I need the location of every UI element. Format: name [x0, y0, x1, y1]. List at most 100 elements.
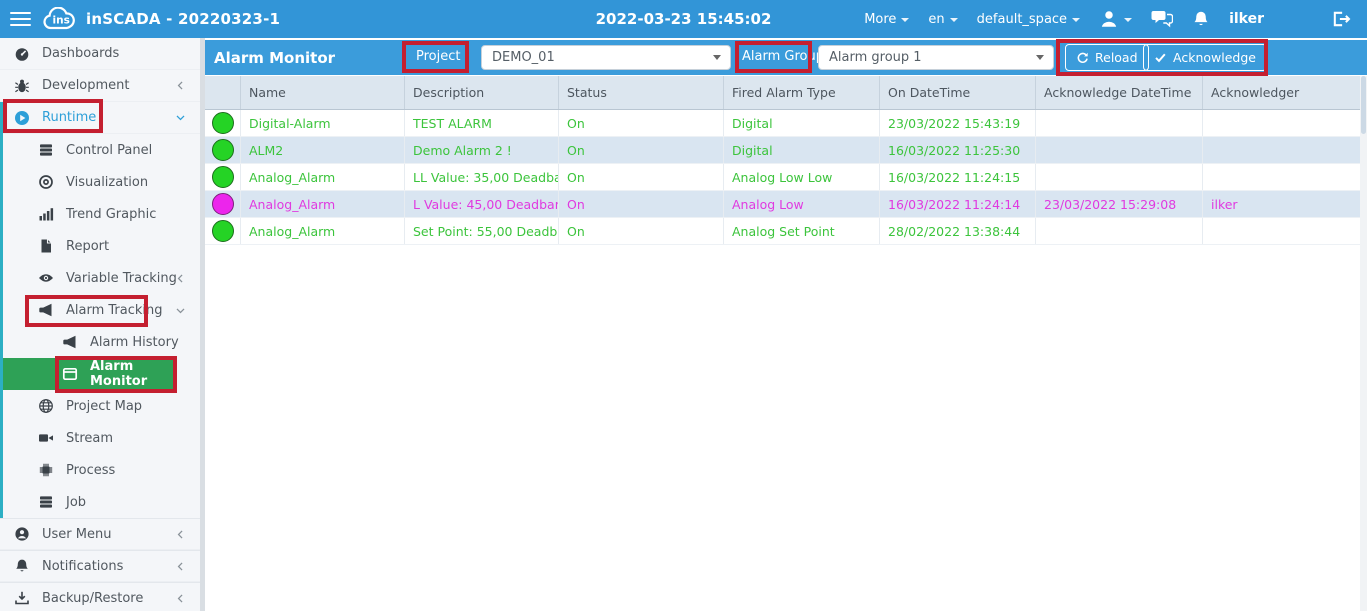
alarm-status-dot	[212, 112, 234, 134]
column-acknowledge-datetime[interactable]: Acknowledge DateTime	[1035, 76, 1202, 109]
file-icon	[38, 238, 54, 254]
sidebar-item-backup-restore[interactable]: Backup/Restore	[0, 582, 200, 611]
panel-header: Alarm Monitor Project DEMO_01 Alarm Grou…	[205, 40, 1367, 75]
chevron-left-icon	[175, 529, 186, 540]
alarm-status-dot	[212, 220, 234, 242]
alarm-table: Name Description Status Fired Alarm Type…	[205, 76, 1360, 245]
table-row[interactable]: ALM2 Demo Alarm 2 ! On Digital 16/03/202…	[205, 137, 1360, 164]
table-row[interactable]: Analog_Alarm L Value: 45,00 Deadband: 0,…	[205, 191, 1360, 218]
check-icon	[1154, 51, 1167, 64]
notifications-button[interactable]	[1192, 10, 1210, 28]
eye-icon	[38, 270, 54, 286]
space-menu[interactable]: default_space	[977, 12, 1080, 27]
acknowledge-button[interactable]: Acknowledge	[1143, 44, 1267, 71]
hamburger-menu-icon[interactable]	[0, 0, 40, 38]
top-bar: ins inSCADA - 20220323-1 2022-03-23 15:4…	[0, 0, 1367, 38]
sidebar-nav: Dashboards Development Runtime Control P…	[0, 38, 200, 611]
chevron-down-icon	[901, 18, 909, 22]
column-status-icon[interactable]	[205, 76, 240, 109]
alarm-group-label: Alarm Group	[742, 49, 824, 64]
system-clock: 2022-03-23 15:45:02	[596, 10, 772, 28]
sidebar-item-alarm-history[interactable]: Alarm History	[3, 326, 200, 358]
chevron-down-icon	[713, 55, 721, 60]
sidebar-item-development[interactable]: Development	[0, 70, 200, 102]
profile-menu[interactable]	[1099, 9, 1132, 29]
chat-icon	[1151, 10, 1173, 28]
chevron-left-icon	[175, 273, 186, 284]
chevron-down-icon	[950, 18, 958, 22]
chevron-left-icon	[175, 80, 186, 91]
column-name[interactable]: Name	[240, 76, 404, 109]
bug-icon	[14, 78, 30, 94]
megaphone-icon	[38, 302, 54, 318]
table-row[interactable]: Analog_Alarm Set Point: 55,00 Deadband: …	[205, 218, 1360, 245]
topbar-right-menu: More en default_space	[864, 0, 1367, 38]
reload-button[interactable]: Reload	[1065, 44, 1149, 71]
chevron-left-icon	[175, 593, 186, 604]
alarm-status-dot	[212, 166, 234, 188]
video-camera-icon	[38, 430, 54, 446]
scrollbar-thumb[interactable]	[1361, 76, 1366, 134]
project-label: Project	[416, 49, 460, 64]
language-menu[interactable]: en	[928, 12, 957, 27]
sidebar-item-notifications[interactable]: Notifications	[0, 550, 200, 582]
column-status[interactable]: Status	[558, 76, 723, 109]
chevron-down-icon	[1036, 55, 1044, 60]
chevron-down-icon	[175, 305, 186, 316]
runtime-submenu-block: Runtime Control Panel Visualization Tren…	[0, 102, 200, 518]
globe-icon	[38, 398, 54, 414]
chip-icon	[38, 462, 54, 478]
table-row[interactable]: Analog_Alarm LL Value: 35,00 Deadband: 0…	[205, 164, 1360, 191]
sidebar-item-variable-tracking[interactable]: Variable Tracking	[3, 262, 200, 294]
sidebar-item-user-menu[interactable]: User Menu	[0, 518, 200, 550]
sidebar-item-report[interactable]: Report	[3, 230, 200, 262]
sidebar-item-alarm-monitor[interactable]: Alarm Monitor	[3, 358, 176, 390]
chevron-left-icon	[175, 561, 186, 572]
chevron-down-icon	[1072, 18, 1080, 22]
play-circle-icon	[14, 110, 30, 126]
column-fired-alarm-type[interactable]: Fired Alarm Type	[723, 76, 879, 109]
sidebar-item-process[interactable]: Process	[3, 454, 200, 486]
column-on-datetime[interactable]: On DateTime	[879, 76, 1035, 109]
download-icon	[14, 590, 30, 606]
alarm-status-dot	[212, 139, 234, 161]
sidebar-item-dashboards[interactable]: Dashboards	[0, 38, 200, 70]
sidebar-item-project-map[interactable]: Project Map	[3, 390, 200, 422]
bar-chart-icon	[38, 206, 54, 222]
column-description[interactable]: Description	[404, 76, 558, 109]
sidebar-item-control-panel[interactable]: Control Panel	[3, 134, 200, 166]
sidebar-item-trend-graphic[interactable]: Trend Graphic	[3, 198, 200, 230]
main-content: Alarm Monitor Project DEMO_01 Alarm Grou…	[205, 38, 1367, 611]
svg-text:ins: ins	[53, 15, 70, 27]
sidebar-item-job[interactable]: Job	[3, 486, 200, 518]
refresh-icon	[1076, 51, 1089, 64]
gauge-icon	[14, 46, 30, 62]
sidebar-item-visualization[interactable]: Visualization	[3, 166, 200, 198]
logout-icon	[1331, 10, 1351, 28]
username-label[interactable]: ilker	[1229, 11, 1264, 27]
sidebar-item-runtime[interactable]: Runtime	[3, 102, 200, 134]
alarm-group-select[interactable]: Alarm group 1	[818, 45, 1054, 70]
logout-button[interactable]	[1331, 10, 1351, 28]
sidebar-item-stream[interactable]: Stream	[3, 422, 200, 454]
app-title: inSCADA - 20220323-1	[86, 10, 280, 28]
chevron-down-icon	[1124, 18, 1132, 22]
table-header-row: Name Description Status Fired Alarm Type…	[205, 76, 1360, 110]
target-icon	[38, 174, 54, 190]
megaphone-icon	[62, 334, 78, 350]
column-acknowledger[interactable]: Acknowledger	[1202, 76, 1360, 109]
bell-icon	[1192, 10, 1210, 28]
card-icon	[62, 366, 78, 382]
user-icon	[1099, 9, 1119, 29]
table-row[interactable]: Digital-Alarm TEST ALARM On Digital 23/0…	[205, 110, 1360, 137]
alarm-status-dot	[212, 193, 234, 215]
messages-button[interactable]	[1151, 10, 1173, 28]
server-icon	[38, 142, 54, 158]
table-scrollbar[interactable]	[1360, 76, 1367, 611]
project-select[interactable]: DEMO_01	[481, 45, 731, 70]
more-menu[interactable]: More	[864, 12, 909, 27]
user-circle-icon	[14, 526, 30, 542]
app-brand: ins inSCADA - 20220323-1	[42, 7, 280, 31]
sidebar-item-alarm-tracking[interactable]: Alarm Tracking	[3, 294, 200, 326]
chevron-down-icon	[175, 112, 186, 123]
